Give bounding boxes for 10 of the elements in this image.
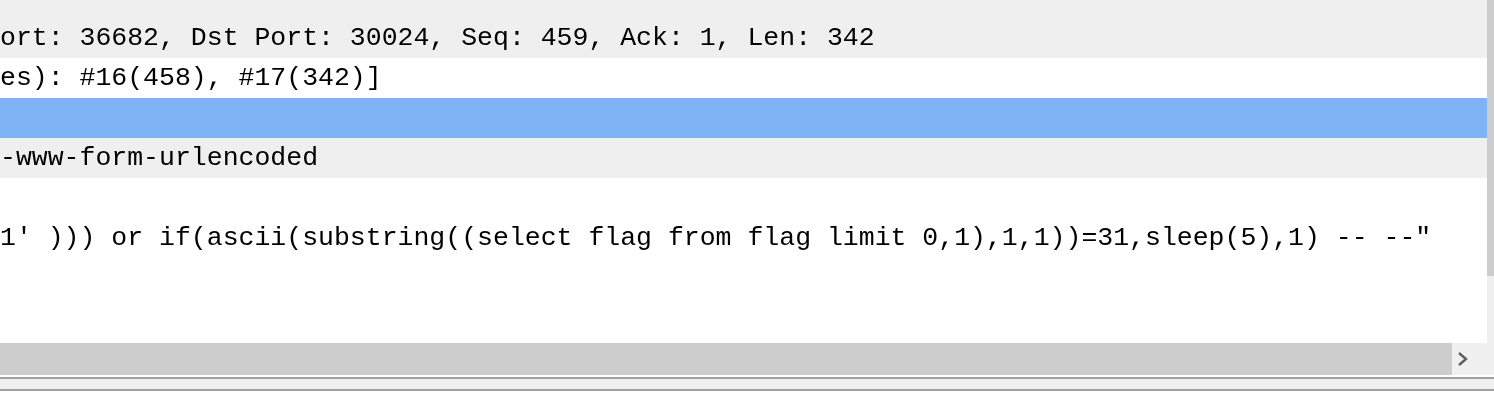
scrollbar-thumb[interactable]	[1487, 0, 1494, 276]
pane-splitter[interactable]	[0, 377, 1494, 391]
vertical-scrollbar[interactable]	[1487, 0, 1494, 343]
tree-row[interactable]: 1' ))) or if(ascii(substring((select flag from flag limit 0,1),1,1))=31,sleep(5),1) -- --"	[0, 218, 1487, 258]
tree-row[interactable]: -www-form-urlencoded	[0, 138, 1487, 178]
tree-row[interactable]	[0, 98, 1487, 138]
tree-row[interactable]: es): #16(458), #17(342)]	[0, 58, 1487, 98]
tree-row[interactable]: ort: 36682, Dst Port: 30024, Seq: 459, Ack: 1, Len: 342	[0, 18, 1487, 58]
scrollbar-thumb[interactable]	[0, 343, 1452, 375]
chevron-right-icon	[1457, 352, 1469, 366]
